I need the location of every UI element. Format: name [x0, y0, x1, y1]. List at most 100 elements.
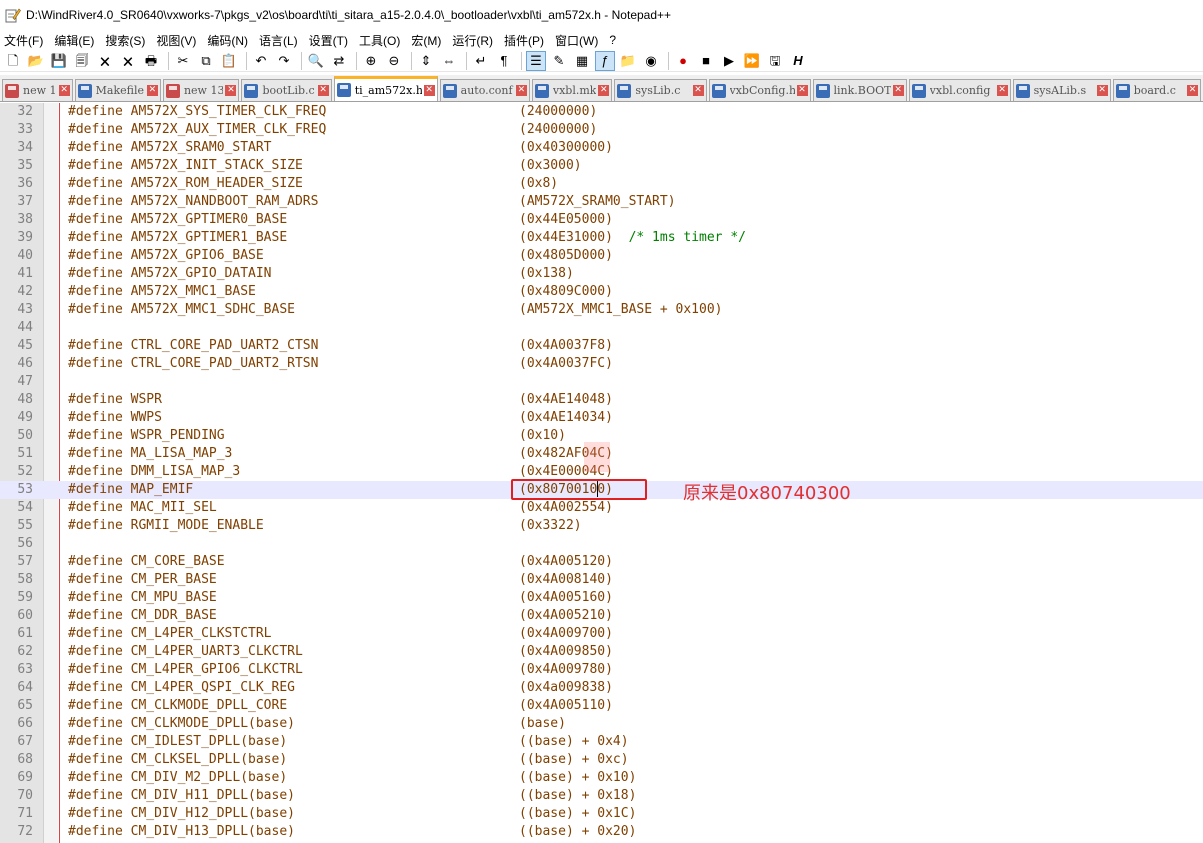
tab-close-icon[interactable]: ✕ [692, 85, 704, 96]
tab-close-icon[interactable]: ✕ [996, 85, 1008, 96]
undo-icon[interactable]: ↶ [251, 51, 271, 71]
indent-guide-icon[interactable]: ☰ [526, 50, 546, 71]
menu-item[interactable]: 工具(O) [355, 32, 407, 49]
code-line[interactable]: 68 #define CM_CLKSEL_DPLL(base) ((base) + … [0, 751, 1203, 769]
code-line[interactable]: 35 #define AM572X_INIT_STACK_SIZE (0x3000) [0, 157, 1203, 175]
code-line[interactable]: 44 [0, 319, 1203, 337]
code-line[interactable]: 57 #define CM_CORE_BASE (0x4A005120) [0, 553, 1203, 571]
code-line[interactable]: 59 #define CM_MPU_BASE (0x4A005160) [0, 589, 1203, 607]
menu-item[interactable]: 宏(M) [407, 32, 448, 49]
print-icon[interactable]: 🖶 [141, 51, 161, 71]
code-line[interactable]: 34 #define AM572X_SRAM0_START (0x40300000) [0, 139, 1203, 157]
code-line[interactable]: 32 #define AM572X_SYS_TIMER_CLK_FREQ (2400… [0, 103, 1203, 121]
code-line[interactable]: 71 #define CM_DIV_H12_DPLL(base) ((base) +… [0, 805, 1203, 823]
monitor-icon[interactable]: ◉ [641, 51, 661, 71]
open-file-icon[interactable]: 📂 [26, 51, 46, 71]
tab[interactable]: sysALib.s ✕ [1012, 79, 1111, 101]
tab-close-icon[interactable]: ✕ [58, 85, 70, 96]
tab[interactable]: auto.conf ✕ [439, 79, 530, 101]
sync-vertical-icon[interactable]: ⇕ [416, 51, 436, 71]
menu-item[interactable]: 视图(V) [152, 32, 203, 49]
editor[interactable]: 32 #define AM572X_SYS_TIMER_CLK_FREQ (2400… [0, 103, 1203, 843]
code-line[interactable]: 43 #define AM572X_MMC1_SDHC_BASE (AM572X_M… [0, 301, 1203, 319]
close-icon[interactable]: 🗙 [95, 51, 115, 71]
menu-item[interactable]: 窗口(W) [551, 32, 605, 49]
code-line[interactable]: 49 #define WWPS (0x4AE14034) [0, 409, 1203, 427]
code-line[interactable]: 54 #define MAC_MII_SEL (0x4A002554) [0, 499, 1203, 517]
tab[interactable]: board.c ✕ [1112, 79, 1201, 101]
tab-close-icon[interactable]: ✕ [796, 85, 808, 96]
doc-map-icon[interactable]: ▦ [572, 51, 592, 71]
find-icon[interactable]: 🔍 [306, 51, 326, 71]
code-line[interactable]: 38 #define AM572X_GPTIMER0_BASE (0x44E0500… [0, 211, 1203, 229]
code-line[interactable]: 70 #define CM_DIV_H11_DPLL(base) ((base) +… [0, 787, 1203, 805]
code-line[interactable]: 55 #define RGMII_MODE_ENABLE (0x3322) [0, 517, 1203, 535]
tab[interactable]: ti_am572x.h ✕ [333, 76, 438, 101]
tab[interactable]: link.BOOT ✕ [812, 79, 907, 101]
tab-close-icon[interactable]: ✕ [1096, 85, 1108, 96]
tab[interactable]: vxbConfig.h ✕ [708, 79, 811, 101]
code-line[interactable]: 37 #define AM572X_NANDBOOT_RAM_ADRS (AM572… [0, 193, 1203, 211]
code-line[interactable]: 69 #define CM_DIV_M2_DPLL(base) ((base) + … [0, 769, 1203, 787]
code-line[interactable]: 41 #define AM572X_GPIO_DATAIN (0x138) [0, 265, 1203, 283]
save-icon[interactable]: 💾 [49, 51, 69, 71]
code-line[interactable]: 65 #define CM_CLKMODE_DPLL_CORE (0x4A00511… [0, 697, 1203, 715]
code-line[interactable]: 47 [0, 373, 1203, 391]
menu-item[interactable]: ? [605, 33, 623, 47]
code-line[interactable]: 48 #define WSPR (0x4AE14048) [0, 391, 1203, 409]
folder-workspace-icon[interactable]: 📁 [618, 51, 638, 71]
run-macro-multiple-icon[interactable]: ⏩ [742, 51, 762, 71]
menu-item[interactable]: 文件(F) [0, 32, 50, 49]
close-all-icon[interactable]: 🗙 [118, 51, 138, 71]
save-macro-icon[interactable]: 🖫 [765, 51, 785, 71]
code-line[interactable]: 60 #define CM_DDR_BASE (0x4A005210) [0, 607, 1203, 625]
menu-item[interactable]: 语言(L) [255, 32, 305, 49]
new-file-icon[interactable]: 🗋 [3, 51, 23, 71]
code-line[interactable]: 46 #define CTRL_CORE_PAD_UART2_RTSN (0x4A0… [0, 355, 1203, 373]
stop-record-icon[interactable]: ■ [696, 51, 716, 71]
tab-close-icon[interactable]: ✕ [598, 85, 610, 96]
word-wrap-icon[interactable]: ↵ [471, 51, 491, 71]
function-list-icon[interactable]: ƒ [595, 50, 615, 71]
zoom-in-icon[interactable]: ⊕ [361, 51, 381, 71]
zoom-out-icon[interactable]: ⊖ [384, 51, 404, 71]
record-macro-icon[interactable]: ● [673, 51, 693, 71]
code-line[interactable]: 39 #define AM572X_GPTIMER1_BASE (0x44E3100… [0, 229, 1203, 247]
tab[interactable]: new 12✕ [2, 79, 73, 101]
tab-close-icon[interactable]: ✕ [317, 85, 329, 96]
tab-close-icon[interactable]: ✕ [146, 85, 158, 96]
menu-item[interactable]: 编码(N) [203, 32, 255, 49]
code-line[interactable]: 61 #define CM_L4PER_CLKSTCTRL (0x4A009700) [0, 625, 1203, 643]
redo-icon[interactable]: ↷ [274, 51, 294, 71]
tab-close-icon[interactable]: ✕ [225, 85, 237, 96]
show-all-chars-icon[interactable]: ¶ [494, 51, 514, 71]
user-lang-icon[interactable]: ✎ [549, 51, 569, 71]
replace-icon[interactable]: ⇄ [329, 51, 349, 71]
code-line[interactable]: 63 #define CM_L4PER_GPIO6_CLKCTRL (0x4A009… [0, 661, 1203, 679]
save-all-icon[interactable]: 🗐 [72, 51, 92, 71]
code-line[interactable]: 56 [0, 535, 1203, 553]
code-line[interactable]: 66 #define CM_CLKMODE_DPLL(base) (base) [0, 715, 1203, 733]
tab-close-icon[interactable]: ✕ [515, 85, 527, 96]
menu-item[interactable]: 设置(T) [305, 32, 355, 49]
code-line[interactable]: 40 #define AM572X_GPIO6_BASE (0x4805D000) [0, 247, 1203, 265]
code-line[interactable]: 58 #define CM_PER_BASE (0x4A008140) [0, 571, 1203, 589]
tab-close-icon[interactable]: ✕ [423, 84, 435, 96]
tab[interactable]: sysLib.c ✕ [614, 79, 707, 101]
play-macro-icon[interactable]: ▶ [719, 51, 739, 71]
code-line[interactable]: 45 #define CTRL_CORE_PAD_UART2_CTSN (0x4A0… [0, 337, 1203, 355]
cut-icon[interactable]: ✂ [173, 51, 193, 71]
code-line[interactable]: 42 #define AM572X_MMC1_BASE (0x4809C000) [0, 283, 1203, 301]
code-line[interactable]: 62 #define CM_L4PER_UART3_CLKCTRL (0x4A009… [0, 643, 1203, 661]
code-lines[interactable]: 32 #define AM572X_SYS_TIMER_CLK_FREQ (2400… [0, 103, 1203, 841]
tab[interactable]: vxbl.config ✕ [908, 79, 1011, 101]
code-line[interactable]: 33 #define AM572X_AUX_TIMER_CLK_FREQ (2400… [0, 121, 1203, 139]
code-line[interactable]: 64 #define CM_L4PER_QSPI_CLK_REG (0x4a0098… [0, 679, 1203, 697]
code-line[interactable]: 67 #define CM_IDLEST_DPLL(base) ((base) + … [0, 733, 1203, 751]
code-line[interactable]: 36 #define AM572X_ROM_HEADER_SIZE (0x8) [0, 175, 1203, 193]
tab[interactable]: bootLib.c ✕ [241, 79, 332, 101]
hex-icon[interactable]: H [788, 51, 808, 71]
sync-horizontal-icon[interactable]: ⇔ [439, 51, 459, 71]
tab-close-icon[interactable]: ✕ [1186, 85, 1198, 96]
menu-item[interactable]: 搜索(S) [101, 32, 152, 49]
